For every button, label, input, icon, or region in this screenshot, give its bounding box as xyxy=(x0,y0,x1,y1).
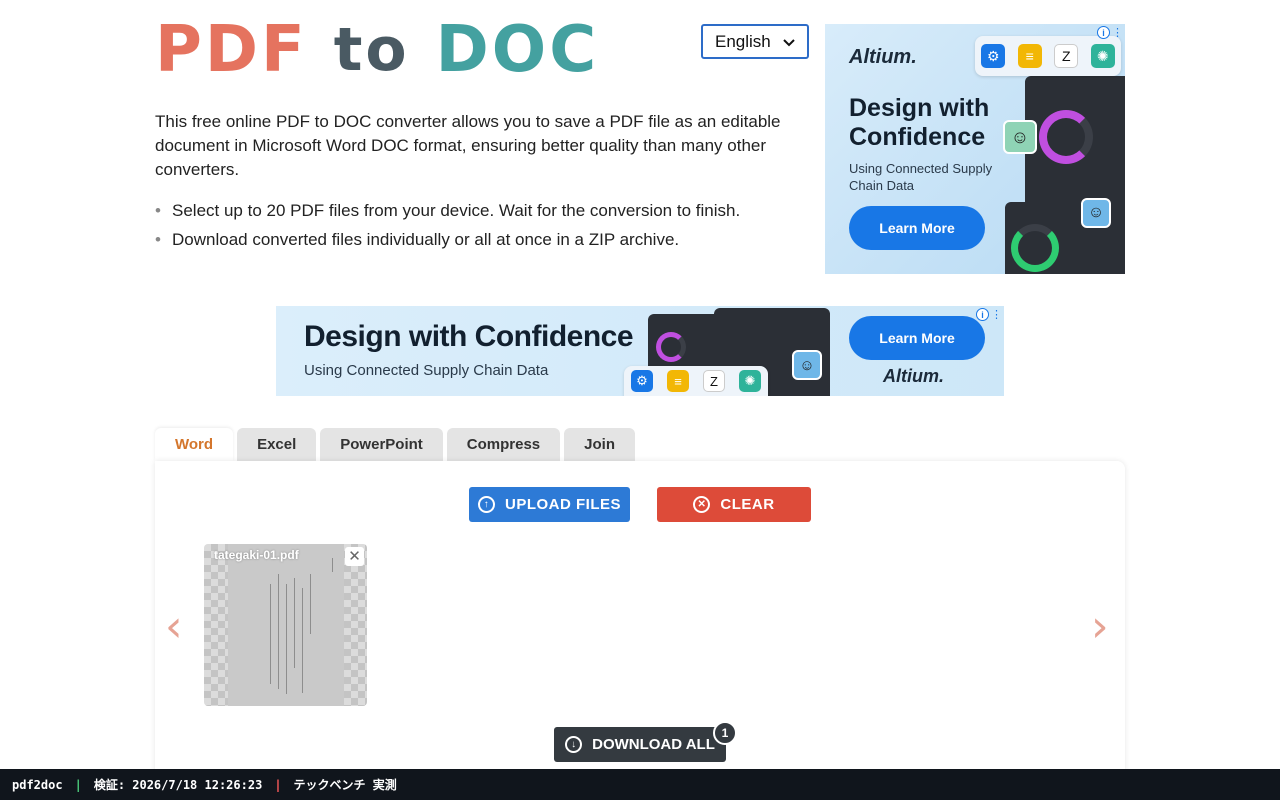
upload-arrow-icon: ↑ xyxy=(477,496,495,513)
status-bar: pdf2doc | 検証: 2026/7/18 12:26:23 | テックベン… xyxy=(0,769,1280,800)
more-options-icon[interactable]: ⋮ xyxy=(991,308,1002,321)
pdf-page-preview xyxy=(228,544,344,706)
tab-join[interactable]: Join xyxy=(564,428,635,461)
feature-list: Select up to 20 PDF files from your devi… xyxy=(155,196,805,254)
ad-learn-more-button[interactable]: Learn More xyxy=(849,316,985,360)
ad-subtitle: Using Connected Supply Chain Data xyxy=(849,161,993,193)
gear-icon: ⚙ xyxy=(981,44,1006,68)
logo-to: to xyxy=(333,15,410,85)
ad-donut-graphic xyxy=(656,332,686,362)
tab-compress[interactable]: Compress xyxy=(446,428,561,461)
text-line xyxy=(278,574,279,689)
file-count-badge: 1 xyxy=(713,721,737,745)
text-line xyxy=(310,574,311,634)
status-separator: | xyxy=(74,777,82,792)
status-app-name: pdf2doc xyxy=(12,777,63,792)
text-line xyxy=(302,588,303,693)
ad-avatar-icon: ☺ xyxy=(792,350,822,380)
upload-files-label: UPLOAD FILES xyxy=(504,496,621,513)
shell-icon: ✺ xyxy=(739,370,761,392)
status-separator: | xyxy=(274,777,282,792)
shell-icon: ✺ xyxy=(1090,44,1115,68)
stripes-icon: ≡ xyxy=(1017,44,1042,68)
status-note: テックベンチ 実測 xyxy=(293,778,397,792)
intro-text: This free online PDF to DOC converter al… xyxy=(155,112,781,179)
converter-panel: ↑ UPLOAD FILES ✕ CLEAR ‹ › tategaki-01.p… xyxy=(155,461,1125,781)
language-select[interactable]: English xyxy=(701,24,809,59)
file-name: tategaki-01.pdf xyxy=(214,548,299,562)
ad-brand: Altium. xyxy=(883,366,944,386)
tab-word[interactable]: Word xyxy=(155,428,234,461)
ad-avatar-icon: ☺ xyxy=(1081,198,1111,228)
status-verified: 検証: 2026/7/18 12:26:23 xyxy=(93,778,263,792)
ad-icon-bar: ⚙ ≡ Z ✺ xyxy=(624,366,768,396)
ad-choices[interactable]: i ⋮ xyxy=(976,308,1002,321)
clear-button[interactable]: ✕ CLEAR xyxy=(657,487,811,522)
ad-donut-graphic xyxy=(1039,110,1093,164)
info-icon[interactable]: i xyxy=(1097,26,1110,39)
ad-donut-graphic xyxy=(1011,224,1059,272)
tool-tabs: Word Excel PowerPoint Compress Join xyxy=(155,428,635,461)
side-advertisement[interactable]: ☺ ☺ ⚙ ≡ Z ✺ Altium. Design with Confiden… xyxy=(825,24,1125,274)
stripes-icon: ≡ xyxy=(667,370,689,392)
file-thumbnail[interactable]: tategaki-01.pdf ✕ xyxy=(204,544,367,706)
feature-list-item: Download converted files individually or… xyxy=(155,225,805,254)
ad-learn-more-button[interactable]: Learn More xyxy=(849,206,985,250)
text-line xyxy=(294,578,295,668)
banner-advertisement[interactable]: ☺ ⚙ ≡ Z ✺ Design with Confidence Using C… xyxy=(276,306,1004,396)
logo-doc: DOC xyxy=(435,13,600,87)
download-all-label: DOWNLOAD ALL xyxy=(592,736,715,753)
carousel-prev-arrow-icon[interactable]: ‹ xyxy=(165,601,183,652)
close-circle-icon: ✕ xyxy=(693,496,711,513)
page: PDF to DOC English This free online PDF … xyxy=(0,0,1280,800)
z-logo-icon: Z xyxy=(1054,44,1079,68)
ad-headline: Design with Confidence xyxy=(304,320,634,353)
text-line xyxy=(332,558,333,572)
download-all-button[interactable]: ↓ DOWNLOAD ALL xyxy=(554,727,726,762)
feature-list-item: Select up to 20 PDF files from your devi… xyxy=(155,196,805,225)
upload-files-button[interactable]: ↑ UPLOAD FILES xyxy=(469,487,630,522)
ad-brand: Altium. xyxy=(849,46,917,68)
gear-icon: ⚙ xyxy=(631,370,653,392)
chevron-down-icon xyxy=(783,34,795,50)
text-line xyxy=(286,584,287,694)
tab-excel[interactable]: Excel xyxy=(237,428,317,461)
info-icon[interactable]: i xyxy=(976,308,989,321)
z-logo-icon: Z xyxy=(703,370,725,392)
text-line xyxy=(270,584,271,684)
logo-pdf: PDF xyxy=(155,13,308,87)
ad-icon-bar: ⚙ ≡ Z ✺ xyxy=(975,36,1121,76)
download-arrow-icon: ↓ xyxy=(565,736,583,753)
ad-headline: Design with Confidence xyxy=(849,94,990,151)
ad-choices[interactable]: i ⋮ xyxy=(1097,26,1123,39)
carousel-next-arrow-icon[interactable]: › xyxy=(1091,601,1109,652)
site-logo[interactable]: PDF to DOC xyxy=(155,18,599,82)
clear-label: CLEAR xyxy=(720,496,775,513)
more-options-icon[interactable]: ⋮ xyxy=(1112,26,1123,39)
remove-file-close-icon[interactable]: ✕ xyxy=(345,547,364,566)
tab-powerpoint[interactable]: PowerPoint xyxy=(320,428,443,461)
ad-subtitle: Using Connected Supply Chain Data xyxy=(304,362,549,379)
language-select-value: English xyxy=(715,31,771,51)
